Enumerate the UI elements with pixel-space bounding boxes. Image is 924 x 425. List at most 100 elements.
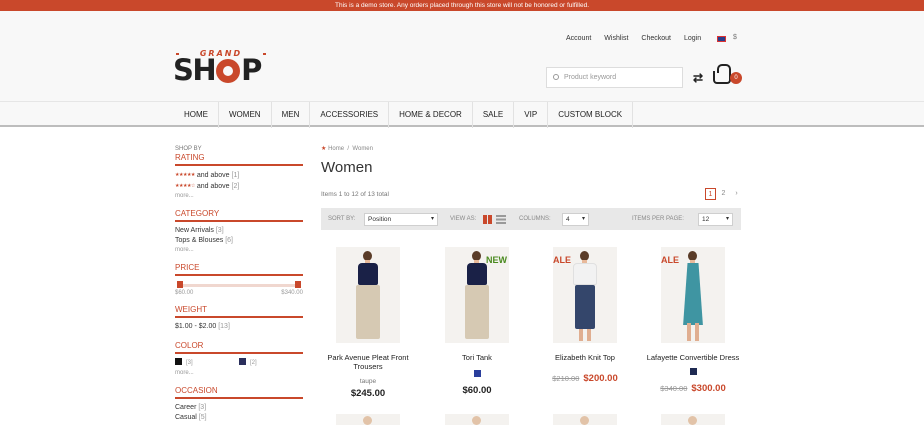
login-link[interactable]: Login [684,35,701,42]
grid-view-icon[interactable] [483,215,492,224]
product-price-box: $210.00 $200.00 [535,373,635,384]
demo-notice-bar: This is a demo store. Any orders placed … [0,0,924,11]
category-filter-option[interactable]: New Arrivals [3] [175,226,303,236]
nav-custom-block[interactable]: CUSTOM BLOCK [548,102,634,128]
price-min-label: $60.00 [175,290,194,296]
occasion-filter-option[interactable]: Casual [5] [175,413,303,423]
product-special-price: $300.00 [691,383,726,394]
product-name[interactable]: Tori Tank [427,353,527,362]
product-image[interactable] [336,247,400,343]
breadcrumb-current: Women [352,146,373,152]
product-card[interactable]: NEW Tori Tank $60.00 [427,247,527,396]
filter-title-color: COLOR [175,341,303,354]
list-view-icon[interactable] [496,215,506,224]
product-image[interactable] [661,414,725,425]
product-image[interactable] [336,414,400,425]
product-image[interactable]: SALE [553,247,617,343]
category-more-link[interactable]: more... [175,246,303,255]
price-slider-min-handle[interactable] [177,281,183,288]
product-toolbar: SORT BY: Position VIEW AS: COLUMNS: 4 IT… [321,208,741,230]
currency-switcher[interactable]: $ [733,34,737,41]
checkout-link[interactable]: Checkout [641,35,671,42]
logo[interactable]: SH P [173,53,262,87]
compare-icon[interactable]: ⇄ [693,71,703,85]
home-icon[interactable]: ★ [321,146,326,152]
nav-vip[interactable]: VIP [514,102,549,128]
view-as-label: VIEW AS: [450,216,477,222]
search-input[interactable]: Product keyword [546,67,683,88]
language-flag-icon[interactable] [717,36,726,42]
rating-more-link[interactable]: more... [175,192,303,201]
weight-filter-option[interactable]: $1.00 - $2.00 [13] [175,322,303,332]
product-image[interactable]: SALE [661,247,725,343]
top-links: Account Wishlist Checkout Login [566,35,701,42]
new-badge: NEW [486,255,507,265]
color-swatch[interactable] [689,368,697,375]
color-more-link[interactable]: more... [175,369,303,378]
product-name[interactable]: Elizabeth Knit Top [535,353,635,362]
category-filter-option[interactable]: Tops & Blouses [6] [175,236,303,246]
sort-by-select[interactable]: Position [364,213,438,226]
nav-accessories[interactable]: ACCESSORIES [310,102,390,128]
logo-o-mark [216,59,241,83]
product-price-box: $340.00 $300.00 [643,383,743,394]
sale-badge: SALE [553,255,572,265]
product-price: $60.00 [462,385,492,396]
sale-badge: SALE [661,255,680,265]
four-star-icon: ★★★★☆ [175,183,195,189]
items-count: Items 1 to 12 of 13 total [321,191,389,198]
columns-select[interactable]: 4 [562,213,589,226]
breadcrumb: ★ Home / Women [321,146,373,152]
occasion-filter-option[interactable]: Career [3] [175,403,303,413]
filter-title-occasion: OCCASION [175,386,303,399]
site-header: GRAND SH P Account Wishlist Checkout Logi… [0,11,924,101]
items-per-page-select[interactable]: 12 [698,213,733,226]
price-slider[interactable] [177,281,301,288]
page-1[interactable]: 1 [705,188,716,200]
product-old-price: $210.00 [552,374,580,383]
product-card[interactable]: SALE Elizabeth Knit Top $210.00$200.00 [535,247,635,384]
color-filter-option[interactable]: [2] [239,358,257,367]
price-slider-max-handle[interactable] [295,281,301,288]
pagination: 1 2 › [705,188,742,200]
nav-sale[interactable]: SALE [473,102,515,128]
breadcrumb-home[interactable]: Home [328,146,344,152]
filter-title-weight: WEIGHT [175,305,303,318]
page-title: Women [321,159,373,176]
price-max-label: $340.00 [281,290,303,296]
filter-title-rating: RATING [175,153,303,166]
five-star-icon: ★★★★★ [175,172,195,178]
page-2[interactable]: 2 [718,188,729,200]
cart-icon[interactable] [713,64,731,84]
color-swatch[interactable] [473,370,481,377]
product-old-price: $340.00 [660,384,688,393]
layered-navigation-sidebar: SHOP BY RATING ★★★★★ and above [1] ★★★★☆… [175,145,303,423]
filter-title-category: CATEGORY [175,209,303,222]
product-card[interactable]: SALE Lafayette Convertible Dress $340.00… [643,247,743,394]
rating-filter-option[interactable]: ★★★★★ and above [1] [175,170,303,181]
product-color-label: taupe [359,378,377,385]
product-price: $245.00 [350,388,386,399]
nav-women[interactable]: WOMEN [219,102,272,128]
product-image[interactable] [553,414,617,425]
next-page-icon[interactable]: › [731,188,742,200]
color-swatch [239,358,246,365]
cart-count-badge: 0 [730,72,742,84]
wishlist-link[interactable]: Wishlist [604,35,628,42]
product-image[interactable]: NEW [445,247,509,343]
color-swatch [175,358,182,365]
product-name[interactable]: Lafayette Convertible Dress [643,353,743,362]
filter-title-price: PRICE [175,263,303,276]
nav-men[interactable]: MEN [272,102,311,128]
items-per-page-label: ITEMS PER PAGE: [632,216,684,222]
columns-label: COLUMNS: [519,216,551,222]
shop-by-label: SHOP BY [175,146,202,152]
product-name[interactable]: Park Avenue Pleat Front Trousers [318,353,418,371]
nav-home-decor[interactable]: HOME & DECOR [389,102,473,128]
product-card[interactable]: Park Avenue Pleat Front Trousers taupe $… [318,247,418,399]
color-filter-option[interactable]: [3] [175,358,239,367]
product-image[interactable] [445,414,509,425]
account-link[interactable]: Account [566,35,591,42]
rating-filter-option[interactable]: ★★★★☆ and above [2] [175,181,303,192]
nav-home[interactable]: HOME [174,102,219,128]
